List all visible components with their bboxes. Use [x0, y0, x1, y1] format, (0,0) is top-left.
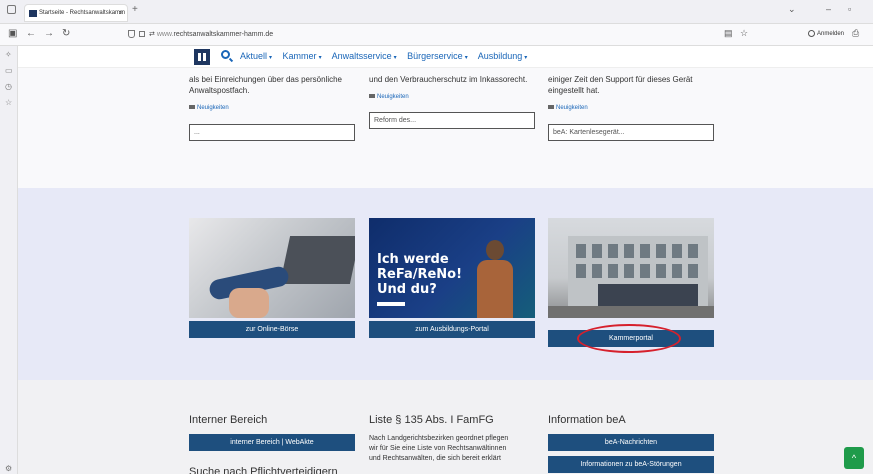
promo-headline: Ich werde ReFa/ReNo! Und du? [377, 252, 463, 297]
account-icon [808, 30, 815, 37]
scroll-to-top-button[interactable]: ^ [844, 447, 864, 469]
famfg-list-heading: Liste § 135 Abs. I FamFG [369, 414, 494, 426]
browser-tabbar: Startseite - Rechtsanwaltskamm × + ⌄ – ▫ [0, 0, 873, 24]
sync-tabs-icon[interactable]: ▭ [5, 66, 13, 75]
kammer-building-image[interactable] [548, 218, 714, 318]
highlight-circle [577, 324, 681, 353]
news-tag[interactable]: Neuigkeiten [548, 105, 588, 111]
ausbildungs-portal-button[interactable]: zum Ausbildungs-Portal [369, 321, 535, 338]
nav-item-ausbildung[interactable]: Ausbildung ▾ [478, 51, 528, 61]
bookmark-star-icon[interactable]: ☆ [740, 28, 748, 39]
ausbildung-promo-image[interactable]: Ich werde ReFa/ReNo! Und du? [369, 218, 535, 318]
permissions-icon[interactable]: ⇄ [149, 31, 157, 38]
sidebar-toggle-icon[interactable] [7, 5, 16, 14]
hand-shape [229, 288, 269, 318]
address-bar[interactable]: ⇄ www.rechtsanwaltskammer-hamm.de [120, 27, 720, 43]
reload-icon[interactable]: ↻ [62, 28, 70, 39]
news-link-box[interactable]: Reform des... [369, 112, 535, 129]
news-excerpt: und den Verbraucherschutz im Inkassorech… [369, 75, 528, 84]
favicon-icon [29, 10, 37, 17]
laptop-shape [279, 236, 355, 284]
news-link-box[interactable]: ... [189, 124, 355, 141]
back-icon[interactable]: ← [26, 28, 36, 39]
list-tabs-icon[interactable]: ⌄ [788, 4, 796, 15]
signin-label: Anmelden [817, 31, 845, 38]
folder-icon [548, 105, 554, 110]
nav-item-anwaltsservice[interactable]: Anwaltsservice ▾ [332, 51, 397, 61]
bea-nachrichten-button[interactable]: beA-Nachrichten [548, 434, 714, 451]
interner-bereich-heading: Interner Bereich [189, 414, 268, 426]
new-tab-button[interactable]: + [132, 4, 138, 15]
url-prefix: www. [156, 31, 174, 38]
tab-close-icon[interactable]: × [119, 5, 123, 21]
main-nav: Aktuell ▾ Kammer ▾ Anwaltsservice ▾ Bürgers… [240, 51, 535, 61]
site-header: Aktuell ▾ Kammer ▾ Anwaltsservice ▾ Bürgers… [18, 46, 873, 68]
search-icon[interactable] [221, 50, 230, 59]
folder-icon [189, 105, 195, 110]
famfg-description: Nach Landgerichtsbezirken geordnet pfleg… [369, 435, 509, 462]
browser-tab-active[interactable]: Startseite - Rechtsanwaltskamm × [24, 4, 128, 22]
minimize-icon[interactable]: – [826, 4, 831, 14]
lock-icon[interactable] [139, 31, 145, 38]
nav-item-aktuell[interactable]: Aktuell ▾ [240, 51, 272, 61]
online-boerse-button[interactable]: zur Online-Börse [189, 321, 355, 338]
chevron-down-icon: ▾ [393, 55, 397, 61]
extensions-icon[interactable]: ⎙ [852, 28, 859, 39]
pflichtverteidiger-heading: Suche nach Pflichtverteidigern [189, 466, 338, 474]
news-tag[interactable]: Neuigkeiten [369, 94, 409, 100]
nav-item-kammer[interactable]: Kammer ▾ [283, 51, 322, 61]
reader-view-icon[interactable]: ▤ [724, 28, 733, 39]
tracking-shield-icon[interactable] [128, 30, 135, 39]
chevron-down-icon: ▾ [524, 55, 528, 61]
tab-title: Startseite - Rechtsanwaltskamm [39, 10, 126, 16]
ai-sparkle-icon[interactable]: ✧ [5, 50, 12, 59]
signin-button[interactable]: Anmelden [808, 30, 844, 37]
chevron-down-icon: ▾ [464, 55, 468, 61]
settings-icon[interactable]: ⚙ [5, 464, 12, 473]
news-link-box[interactable]: beA: Kartenlesegerät... [548, 124, 714, 141]
bea-info-heading: Information beA [548, 414, 626, 426]
url-host: rechtsanwaltskammer-hamm.de [173, 31, 274, 38]
history-icon[interactable]: ◷ [5, 82, 12, 91]
promo-badge [377, 302, 405, 306]
bookmarks-icon[interactable]: ☆ [5, 98, 12, 107]
news-tag[interactable]: Neuigkeiten [189, 105, 229, 111]
sidebar-panel-icon[interactable]: ▣ [8, 28, 17, 39]
browser-sidebar: ✧ ▭ ◷ ☆ ⚙ [0, 46, 18, 474]
rak-logo[interactable] [194, 49, 210, 65]
bea-stoerungen-button[interactable]: Informationen zu beA-Störungen [548, 456, 714, 473]
online-boerse-image[interactable] [189, 218, 355, 318]
interner-bereich-button[interactable]: interner Bereich | WebAkte [189, 434, 355, 451]
chevron-down-icon: ▾ [269, 55, 273, 61]
forward-icon[interactable]: → [44, 28, 54, 39]
maximize-icon[interactable]: ▫ [848, 4, 851, 14]
news-excerpt: als bei Einreichungen über das persönlic… [189, 75, 342, 95]
folder-icon [369, 94, 375, 99]
news-excerpt: einiger Zeit den Support für dieses Gerä… [548, 75, 693, 95]
person-photo [473, 240, 517, 318]
building-shape [568, 236, 708, 306]
browser-toolbar: ▣ ← → ↻ ⇄ www.rechtsanwaltskammer-hamm.d… [0, 24, 873, 46]
chevron-down-icon: ▾ [318, 55, 322, 61]
nav-item-buergerservice[interactable]: Bürgerservice ▾ [407, 51, 468, 61]
